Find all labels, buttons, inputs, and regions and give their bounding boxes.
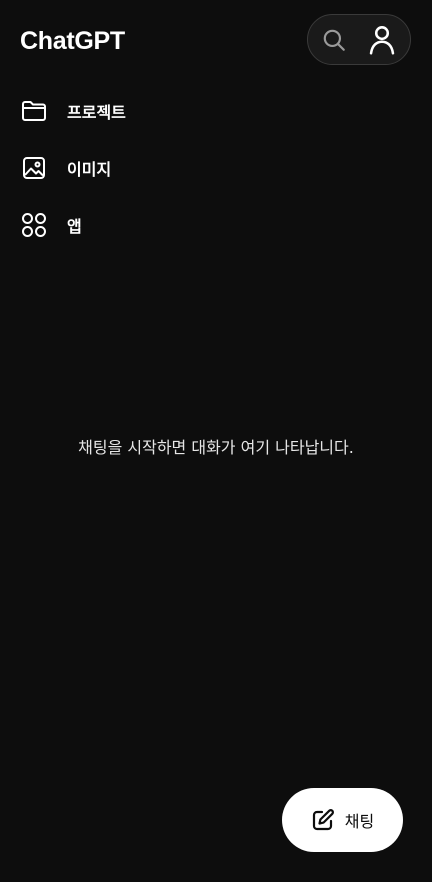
folder-icon <box>21 98 47 124</box>
sidebar-nav: 프로젝트 이미지 앱 <box>0 82 432 253</box>
nav-item-images[interactable]: 이미지 <box>0 139 432 196</box>
new-chat-button[interactable]: 채팅 <box>282 788 403 852</box>
nav-item-apps[interactable]: 앱 <box>0 196 432 253</box>
nav-label-apps: 앱 <box>67 216 82 236</box>
header-actions <box>307 14 411 65</box>
nav-item-projects[interactable]: 프로젝트 <box>0 82 432 139</box>
app-title: ChatGPT <box>20 27 125 55</box>
image-icon <box>21 155 47 181</box>
search-button[interactable] <box>308 14 358 65</box>
new-chat-label: 채팅 <box>344 812 375 831</box>
nav-label-images: 이미지 <box>67 159 112 179</box>
empty-state-message: 채팅을 시작하면 대화가 여기 나타납니다. <box>78 438 354 457</box>
apps-grid-icon <box>21 212 47 238</box>
nav-label-projects: 프로젝트 <box>67 102 126 122</box>
profile-button[interactable] <box>358 14 410 65</box>
edit-icon <box>311 808 335 832</box>
user-icon <box>369 25 395 55</box>
search-icon <box>323 29 345 51</box>
